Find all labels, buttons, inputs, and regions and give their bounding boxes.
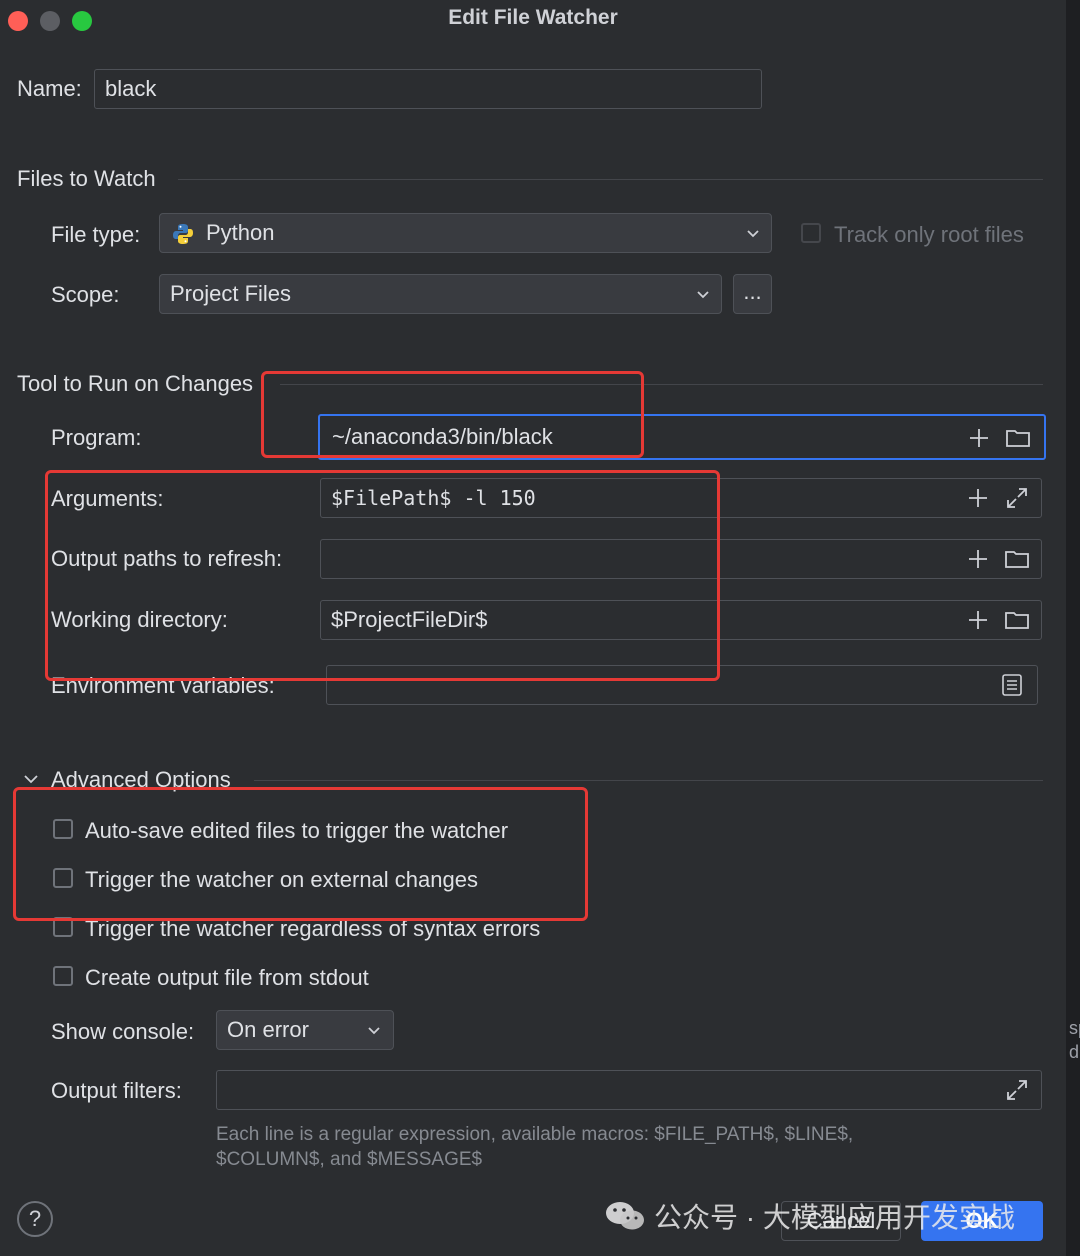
background-window-edge: sp di [1067, 0, 1080, 1256]
expand-icon[interactable] [1004, 1077, 1030, 1103]
edit-file-watcher-dialog: Edit File Watcher Name: black Files to W… [0, 0, 1067, 1256]
file-type-select[interactable]: Python [159, 213, 772, 253]
scope-value: Project Files [170, 281, 292, 306]
output-filters-input[interactable] [216, 1070, 1042, 1110]
arguments-label: Arguments: [51, 486, 164, 511]
output-paths-input[interactable] [320, 539, 1042, 579]
plus-icon[interactable] [966, 425, 992, 451]
edit-list-icon[interactable] [999, 672, 1025, 698]
section-divider [280, 384, 1043, 385]
track-only-root-checkbox[interactable] [801, 223, 821, 243]
folder-icon[interactable] [1005, 425, 1031, 451]
arguments-input[interactable]: $FilePath$ -l 150 [320, 478, 1042, 518]
folder-icon[interactable] [1004, 546, 1030, 572]
arguments-value: $FilePath$ -l 150 [331, 486, 536, 510]
file-type-value: Python [206, 220, 275, 245]
scope-label: Scope: [51, 282, 120, 307]
folder-icon[interactable] [1004, 607, 1030, 633]
python-icon [172, 223, 194, 245]
files-to-watch-heading: Files to Watch [17, 166, 156, 191]
help-label: ? [28, 1206, 42, 1231]
output-filters-label: Output filters: [51, 1078, 182, 1103]
program-label: Program: [51, 425, 142, 450]
working-directory-label: Working directory: [51, 607, 228, 632]
section-divider [254, 780, 1043, 781]
dialog-title: Edit File Watcher [448, 6, 618, 29]
env-vars-label: Environment variables: [51, 673, 275, 698]
plus-icon[interactable] [965, 546, 991, 572]
watermark: 公众号 · 大模型应用开发实战 [604, 1196, 1015, 1236]
syntax-errors-label: Trigger the watcher regardless of syntax… [85, 916, 541, 941]
tool-to-run-heading: Tool to Run on Changes [17, 371, 254, 396]
output-filters-hint-line2: $COLUMN$, and $MESSAGE$ [216, 1149, 483, 1170]
program-input[interactable]: ~/anaconda3/bin/black [318, 414, 1046, 460]
advanced-options-heading[interactable]: Advanced Options [51, 767, 231, 793]
chevron-down-icon [697, 291, 709, 299]
section-divider [178, 179, 1043, 180]
file-type-label: File type: [51, 222, 141, 247]
scope-select[interactable]: Project Files [159, 274, 722, 314]
auto-save-checkbox[interactable] [53, 819, 73, 839]
chevron-down-icon[interactable] [21, 769, 41, 789]
show-console-select[interactable]: On error [216, 1010, 394, 1050]
edge-text: sp [1069, 1018, 1080, 1038]
external-changes-checkbox[interactable] [53, 868, 73, 888]
wechat-logo-icon [606, 1202, 644, 1230]
output-paths-label: Output paths to refresh: [51, 546, 283, 571]
program-value: ~/anaconda3/bin/black [332, 424, 553, 449]
name-input[interactable]: black [94, 69, 762, 109]
track-only-root-label: Track only root files [834, 222, 1024, 247]
stdout-output-label: Create output file from stdout [85, 965, 369, 990]
watermark-text: 公众号 · 大模型应用开发实战 [654, 1202, 1015, 1233]
help-button[interactable]: ? [17, 1201, 53, 1237]
show-console-value: On error [227, 1017, 309, 1042]
working-directory-input[interactable]: $ProjectFileDir$ [320, 600, 1042, 640]
stdout-output-checkbox[interactable] [53, 966, 73, 986]
output-filters-hint-line1: Each line is a regular expression, avail… [216, 1124, 854, 1145]
highlight-advanced-options [13, 787, 588, 921]
show-console-label: Show console: [51, 1019, 195, 1044]
plus-icon[interactable] [965, 607, 991, 633]
edge-text: di [1069, 1042, 1080, 1062]
name-input-value: black [105, 76, 157, 101]
auto-save-label: Auto-save edited files to trigger the wa… [85, 818, 509, 843]
scope-browse-button[interactable]: ... [733, 274, 772, 314]
syntax-errors-checkbox[interactable] [53, 917, 73, 937]
chevron-down-icon [368, 1027, 380, 1035]
external-changes-label: Trigger the watcher on external changes [85, 867, 478, 892]
working-directory-value: $ProjectFileDir$ [331, 607, 488, 632]
plus-icon[interactable] [965, 485, 991, 511]
name-label: Name: [17, 76, 82, 101]
env-vars-input[interactable] [326, 665, 1038, 705]
scope-browse-label: ... [743, 279, 762, 304]
expand-icon[interactable] [1004, 485, 1030, 511]
chevron-down-icon [747, 230, 759, 238]
